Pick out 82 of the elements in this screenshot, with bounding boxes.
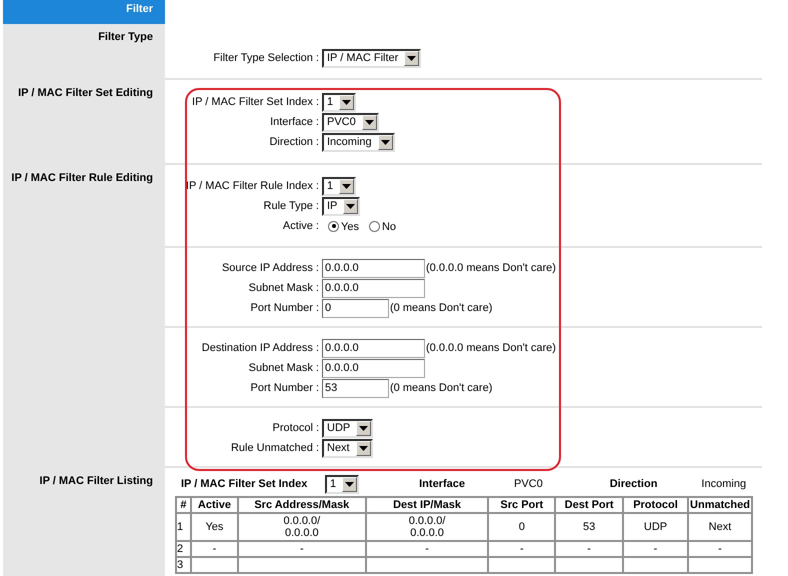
column-header: Protocol	[623, 497, 688, 513]
dropdown[interactable]: PVC0	[322, 112, 379, 132]
column-header: Dest Port	[555, 497, 624, 513]
table-cell: -	[366, 541, 488, 557]
table-cell: 1	[176, 513, 191, 541]
table-cell: 0	[488, 513, 556, 541]
dropdown-arrow-icon	[380, 140, 390, 144]
field-label: Filter Type Selection :	[212, 50, 320, 66]
radio-button[interactable]	[328, 220, 339, 232]
section-heading: IP / MAC Filter Set Editing	[17, 86, 154, 101]
field-label: Port Number :	[250, 380, 320, 396]
table-cell: 2	[176, 541, 191, 557]
table-cell: -	[238, 541, 366, 557]
table-cell: 53	[555, 513, 624, 541]
input-field[interactable]: 0	[322, 298, 389, 318]
column-header: Unmatched	[688, 497, 752, 513]
hint-text: (0.0.0.0 means Don't care)	[425, 340, 556, 356]
table-cell: Yes	[190, 513, 238, 541]
field-label: Direction :	[268, 134, 320, 150]
dropdown-arrow-icon	[358, 446, 368, 450]
dropdown[interactable]: IP / MAC Filter	[322, 48, 422, 68]
table-cell: -	[488, 541, 556, 557]
table-cell: -	[555, 541, 624, 557]
input-field[interactable]: 53	[322, 378, 389, 398]
dropdown-arrow-icon	[342, 100, 352, 104]
dropdown[interactable]: 1	[322, 176, 356, 196]
input-field[interactable]: 0.0.0.0	[322, 278, 425, 298]
field-label: Subnet Mask :	[248, 280, 320, 296]
dropdown[interactable]: Next	[322, 438, 373, 458]
section-heading: IP / MAC Filter Rule Editing	[10, 171, 154, 186]
section-heading: Filter Type	[97, 30, 154, 45]
radio-button[interactable]	[368, 220, 380, 232]
dropdown-arrow-icon	[359, 426, 368, 430]
dropdown[interactable]: Incoming	[322, 132, 395, 152]
field-label: Rule Unmatched :	[230, 440, 320, 456]
column-header: Src Address/Mask	[238, 497, 366, 513]
input-field[interactable]: 0.0.0.0	[322, 358, 425, 378]
sidebar-header: Filter	[3, 0, 165, 24]
field-label: Direction	[610, 476, 658, 492]
field-label: Interface	[419, 476, 465, 492]
field-label: IP / MAC Filter Rule Index :	[184, 178, 320, 194]
field-label: Destination IP Address :	[200, 340, 320, 356]
field-value: PVC0	[514, 476, 543, 492]
field-label: Rule Type :	[262, 198, 320, 214]
dropdown[interactable]: UDP	[322, 418, 374, 438]
hint-text: (0 means Don't care)	[389, 300, 492, 316]
column-header: Active	[190, 497, 238, 513]
table-cell: -	[623, 541, 688, 557]
field-label: IP / MAC Filter Set Index	[180, 476, 308, 492]
dropdown-arrow-icon	[346, 204, 356, 208]
hint-text: (0.0.0.0 means Don't care)	[425, 260, 556, 276]
dropdown-arrow-icon	[342, 184, 352, 188]
column-header: Src Port	[488, 497, 556, 513]
dropdown-arrow-icon	[364, 120, 374, 124]
radio-label: No	[382, 220, 396, 236]
table-cell: Next	[688, 513, 752, 541]
field-label: Subnet Mask :	[248, 360, 320, 376]
radio-label: Yes	[341, 220, 359, 236]
dropdown[interactable]: 1	[325, 474, 360, 494]
field-label: Protocol :	[272, 420, 320, 436]
dropdown-arrow-icon	[407, 56, 416, 60]
table-cell: 0.0.0.0/ 0.0.0.0	[366, 513, 488, 541]
field-value: Incoming	[701, 476, 746, 492]
table-cell: -	[688, 541, 752, 557]
input-field[interactable]: 0.0.0.0	[322, 258, 425, 278]
section-heading: IP / MAC Filter Listing	[38, 474, 154, 489]
hint-text: (0 means Don't care)	[389, 380, 492, 396]
field-label: Active :	[282, 218, 320, 234]
field-label: Port Number :	[250, 300, 320, 316]
table-cell: 0.0.0.0/ 0.0.0.0	[238, 513, 366, 541]
column-header: #	[176, 497, 191, 513]
field-label: IP / MAC Filter Set Index :	[191, 94, 320, 110]
field-label: Interface :	[269, 114, 320, 130]
table-cell: -	[190, 541, 238, 557]
dropdown[interactable]: 1	[322, 92, 356, 112]
column-header: Dest IP/Mask	[366, 497, 488, 513]
field-label: Source IP Address :	[220, 260, 320, 276]
dropdown[interactable]: IP	[322, 196, 360, 216]
table-cell: UDP	[623, 513, 688, 541]
dropdown-arrow-icon	[345, 482, 354, 486]
table-cell: 3	[176, 557, 191, 573]
input-field[interactable]: 0.0.0.0	[322, 338, 425, 358]
